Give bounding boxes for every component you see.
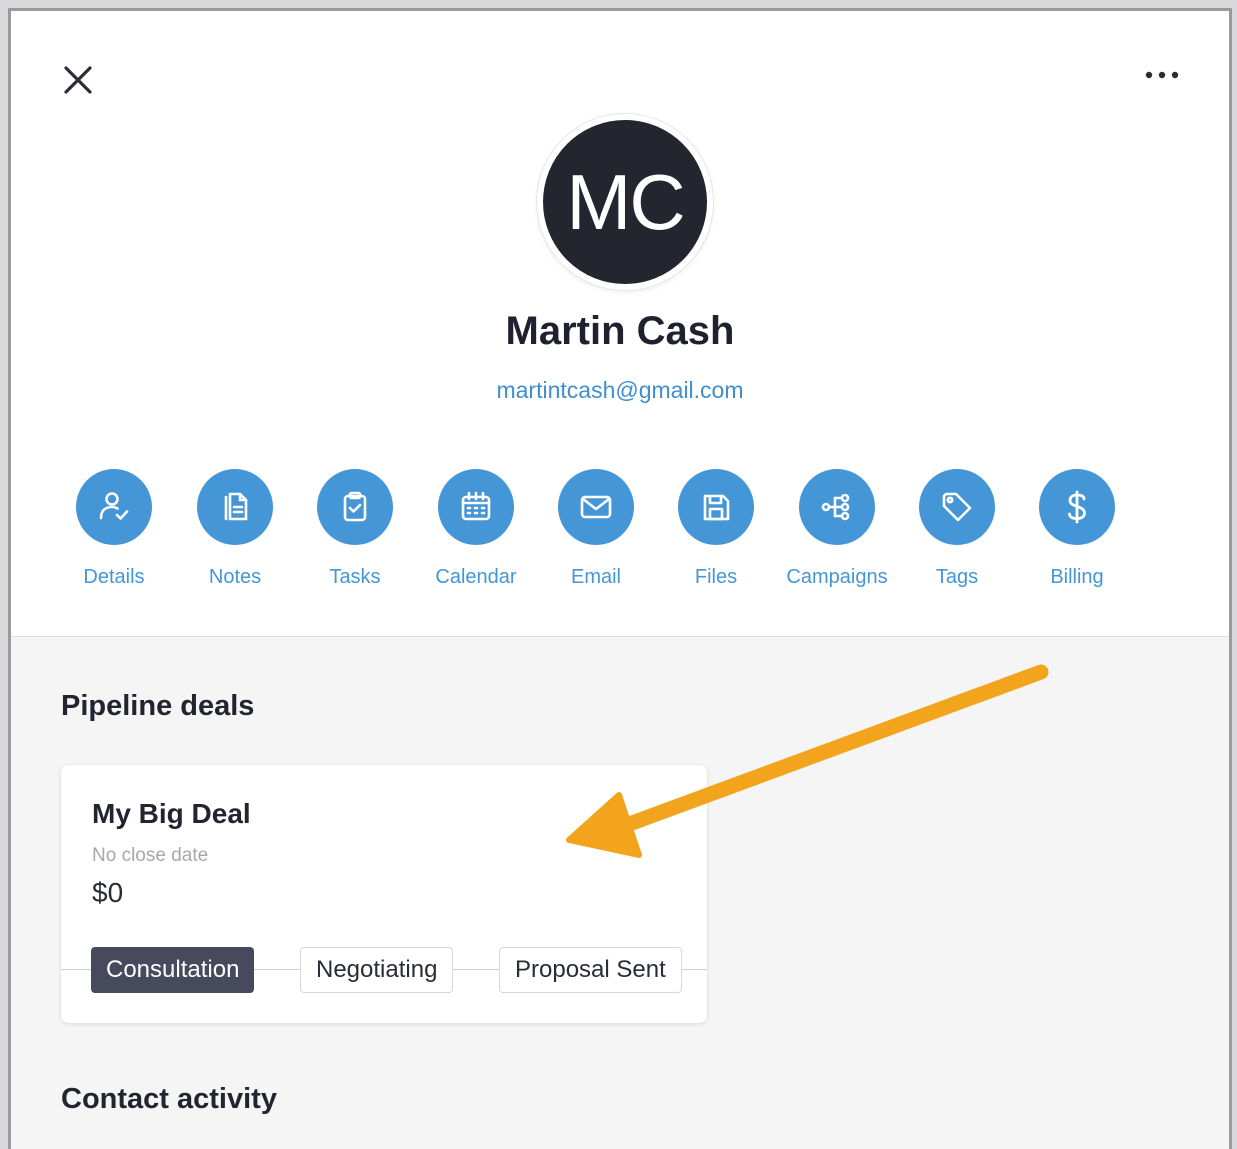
- contact-activity-heading: Contact activity: [61, 1083, 277, 1115]
- action-details-label: Details: [83, 566, 145, 588]
- stage-proposal-sent[interactable]: Proposal Sent: [499, 947, 682, 993]
- deal-close-date: No close date: [92, 845, 209, 866]
- contact-email-link[interactable]: martintcash@gmail.com: [11, 377, 1229, 404]
- deal-card[interactable]: My Big Deal No close date $0 Consultatio…: [61, 765, 707, 1023]
- action-email-circle: [558, 469, 634, 545]
- action-email[interactable]: Email: [536, 469, 656, 589]
- stage-negotiating[interactable]: Negotiating: [300, 947, 454, 993]
- contact-name: Martin Cash: [505, 309, 735, 353]
- close-icon: [64, 66, 92, 94]
- user-check-icon: [99, 492, 129, 520]
- flow-tree-icon: [821, 493, 850, 521]
- action-details[interactable]: Details: [54, 469, 174, 589]
- action-tags-label: Tags: [935, 566, 979, 588]
- calendar-icon: [461, 491, 491, 521]
- clipboard-check-icon: [343, 491, 367, 522]
- action-billing-circle: [1039, 469, 1115, 545]
- action-tasks-label: Tasks: [329, 566, 381, 588]
- stage-consultation[interactable]: Consultation: [91, 947, 255, 993]
- action-billing[interactable]: Billing: [1017, 469, 1137, 589]
- action-files[interactable]: Files: [656, 469, 776, 589]
- action-campaigns-label: Campaigns: [786, 566, 888, 588]
- action-tags-circle: [919, 469, 995, 545]
- action-files-circle: [678, 469, 754, 545]
- action-details-circle: [76, 469, 152, 545]
- contact-body: Pipeline deals My Big Deal No close date…: [11, 636, 1229, 1149]
- action-calendar-label: Calendar: [435, 566, 517, 588]
- action-campaigns-circle: [799, 469, 875, 545]
- contact-header: MC Martin Cash martintcash@gmail.com Det…: [11, 11, 1229, 636]
- action-notes[interactable]: Notes: [175, 469, 295, 589]
- action-calendar[interactable]: Calendar: [416, 469, 536, 589]
- deal-name: My Big Deal: [92, 798, 251, 829]
- action-tags[interactable]: Tags: [897, 469, 1017, 589]
- action-notes-circle: [197, 469, 273, 545]
- action-calendar-circle: [438, 469, 514, 545]
- action-email-label: Email: [570, 566, 621, 588]
- action-files-label: Files: [694, 566, 738, 588]
- action-billing-label: Billing: [1050, 566, 1104, 588]
- avatar-initials: MC: [566, 157, 685, 246]
- dollar-icon: [1068, 490, 1086, 524]
- contact-action-bar: Details Notes Tasks Calendar Email Files…: [69, 469, 1149, 599]
- floppy-disk-icon: [703, 494, 730, 521]
- pipeline-deals-heading: Pipeline deals: [61, 690, 255, 722]
- deal-amount: $0: [92, 877, 124, 908]
- avatar: MC: [537, 114, 713, 290]
- more-horizontal-icon: [1145, 71, 1179, 79]
- more-options-button[interactable]: [1141, 63, 1185, 87]
- contact-panel: MC Martin Cash martintcash@gmail.com Det…: [8, 8, 1232, 1149]
- action-notes-label: Notes: [208, 566, 262, 588]
- envelope-icon: [580, 495, 612, 519]
- action-tasks[interactable]: Tasks: [295, 469, 415, 589]
- tag-icon: [942, 492, 972, 522]
- notes-icon: [224, 492, 248, 521]
- action-tasks-circle: [317, 469, 393, 545]
- close-button[interactable]: [59, 61, 97, 99]
- action-campaigns[interactable]: Campaigns: [777, 469, 897, 589]
